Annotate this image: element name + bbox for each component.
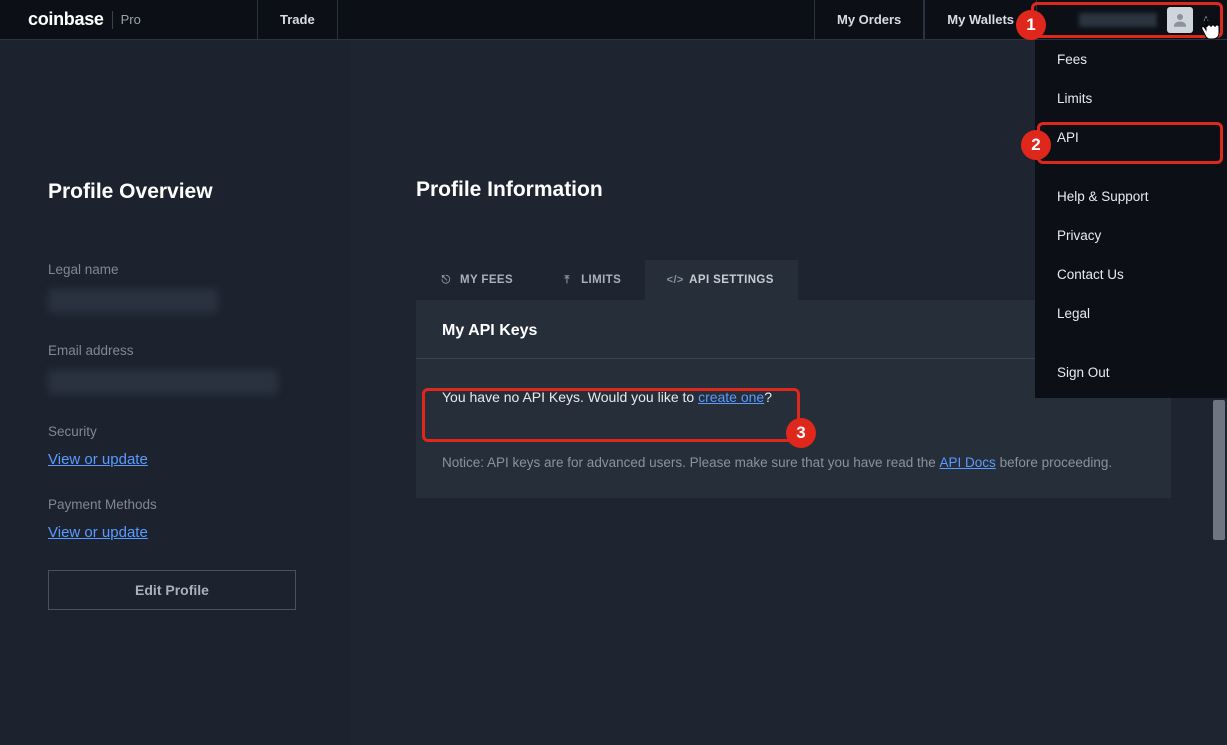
brand-divider [112, 11, 113, 29]
tab-limits[interactable]: ⤒ LIMITS [537, 260, 645, 300]
nav-trade[interactable]: Trade [258, 0, 338, 39]
upload-icon: ⤒ [561, 274, 573, 286]
email-value-redacted [48, 370, 278, 394]
brand-sub: Pro [121, 12, 141, 27]
payment-label: Payment Methods [48, 497, 302, 512]
user-menu-trigger[interactable]: ˄ [1037, 0, 1227, 39]
dropdown-contact[interactable]: Contact Us [1035, 255, 1227, 294]
dropdown-signout[interactable]: Sign Out [1035, 353, 1227, 392]
nav-spacer [338, 0, 814, 39]
legal-name-label: Legal name [48, 262, 302, 277]
payment-link[interactable]: View or update [48, 524, 148, 541]
tab-my-fees-label: MY FEES [460, 274, 513, 286]
edit-profile-label: Edit Profile [135, 582, 209, 598]
panel-title: My API Keys [442, 322, 537, 340]
chevron-up-icon: ˄ [1203, 14, 1209, 25]
sidebar: Profile Overview Legal name Email addres… [0, 40, 350, 745]
security-label: Security [48, 424, 302, 439]
top-nav: coinbase Pro Trade My Orders My Wallets … [0, 0, 1227, 40]
nav-my-wallets-label: My Wallets [947, 12, 1014, 27]
notice-prefix: Notice: API keys are for advanced users.… [442, 455, 940, 470]
dropdown-separator-2 [1035, 333, 1227, 353]
avatar [1167, 7, 1193, 33]
dropdown-limits[interactable]: Limits [1035, 79, 1227, 118]
link-icon: ⎋ [440, 274, 452, 286]
nav-trade-label: Trade [280, 12, 315, 27]
legal-name-value-redacted [48, 289, 218, 313]
empty-prefix: You have no API Keys. Would you like to [442, 389, 698, 405]
dropdown-privacy[interactable]: Privacy [1035, 216, 1227, 255]
security-link[interactable]: View or update [48, 451, 148, 468]
brand-main: coinbase [28, 9, 104, 30]
tab-api-settings[interactable]: </> API SETTINGS [645, 260, 798, 300]
create-one-link[interactable]: create one [698, 389, 764, 405]
empty-suffix: ? [764, 389, 772, 405]
user-dropdown: Fees Limits API Help & Support Privacy C… [1035, 40, 1227, 398]
nav-my-orders[interactable]: My Orders [814, 0, 924, 39]
user-name-redacted [1079, 13, 1157, 27]
scrollbar[interactable] [1213, 400, 1225, 540]
edit-profile-button[interactable]: Edit Profile [48, 570, 296, 610]
dropdown-separator [1035, 157, 1227, 177]
email-label: Email address [48, 343, 302, 358]
dropdown-api[interactable]: API [1035, 118, 1227, 157]
tab-limits-label: LIMITS [581, 274, 621, 286]
sidebar-title: Profile Overview [48, 180, 302, 204]
notice: Notice: API keys are for advanced users.… [416, 435, 1171, 498]
code-icon: </> [669, 274, 681, 286]
tab-my-fees[interactable]: ⎋ MY FEES [416, 260, 537, 300]
tab-api-settings-label: API SETTINGS [689, 274, 774, 286]
dropdown-legal[interactable]: Legal [1035, 294, 1227, 333]
avatar-icon [1171, 11, 1189, 29]
nav-my-wallets[interactable]: My Wallets [924, 0, 1037, 39]
brand[interactable]: coinbase Pro [0, 0, 258, 39]
nav-my-orders-label: My Orders [837, 12, 901, 27]
api-docs-link[interactable]: API Docs [940, 455, 996, 470]
dropdown-help[interactable]: Help & Support [1035, 177, 1227, 216]
notice-suffix: before proceeding. [996, 455, 1112, 470]
dropdown-fees[interactable]: Fees [1035, 40, 1227, 79]
